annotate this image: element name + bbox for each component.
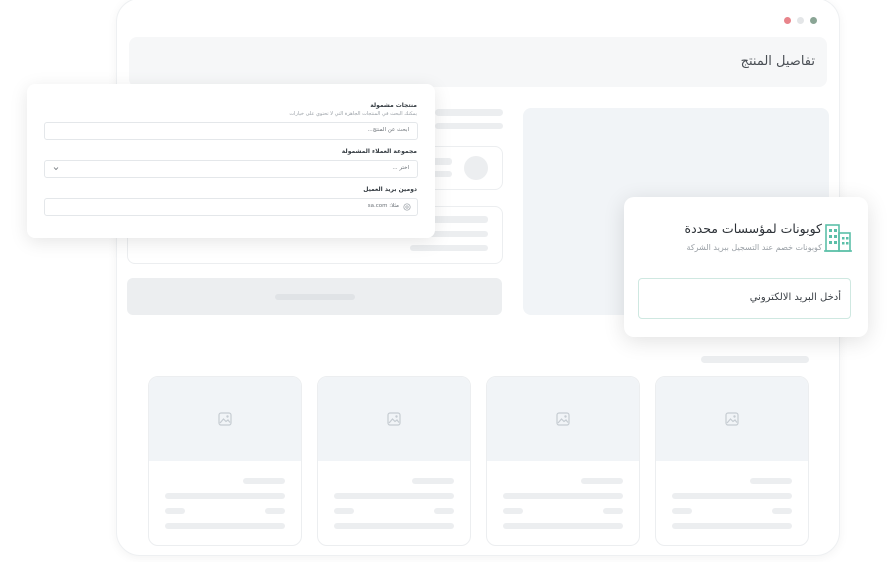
product-card[interactable] [317, 376, 471, 546]
email-input-placeholder: أدخل البريد الالكتروني [749, 292, 841, 303]
skeleton-line [435, 123, 503, 129]
image-icon [387, 412, 401, 426]
image-icon [218, 412, 232, 426]
product-card[interactable] [486, 376, 640, 546]
window-dot-gray[interactable] [797, 17, 804, 24]
image-placeholder [656, 377, 808, 461]
skeleton-button [127, 278, 502, 315]
window-dot-green[interactable] [810, 17, 817, 24]
image-placeholder [318, 377, 470, 461]
window-dot-red[interactable] [784, 17, 791, 24]
email-domain-label: دومين بريد العميل [363, 186, 417, 193]
product-search-input[interactable]: ابحث عن المنتج... [44, 122, 418, 140]
building-icon [824, 224, 852, 252]
customer-group-label: مجموعة العملاء المشمولة [341, 148, 417, 155]
product-card[interactable] [148, 376, 302, 546]
page-title: تفاصيل المنتج [740, 54, 815, 69]
coupon-subtitle: كوبونات خصم عند التسجيل ببريد الشركة [686, 243, 822, 252]
products-label: منتجات مشمولة [370, 102, 417, 109]
image-icon [556, 412, 570, 426]
coupon-conditions-form: منتجات مشمولة يمكنك البحث في المنتجات ال… [27, 84, 435, 238]
corporate-coupon-card: كوبونات لمؤسسات محددة كوبونات خصم عند ال… [624, 197, 868, 337]
coupon-title: كوبونات لمؤسسات محددة [684, 221, 822, 236]
page-header: تفاصيل المنتج [129, 37, 827, 87]
skeleton-line [435, 109, 503, 116]
products-hint: يمكنك البحث في المنتجات الجاهزة التي لا … [289, 111, 417, 117]
skeleton-section-title [701, 356, 809, 363]
product-card[interactable] [655, 376, 809, 546]
image-icon [725, 412, 739, 426]
email-domain-input[interactable]: مثلا: sa.com [44, 198, 418, 216]
chevron-down-icon [53, 167, 59, 171]
customer-group-value: اختر ... [392, 165, 409, 171]
customer-group-select[interactable]: اختر ... [44, 160, 418, 178]
email-input[interactable]: أدخل البريد الالكتروني [638, 278, 851, 319]
product-search-placeholder: ابحث عن المنتج... [367, 127, 409, 133]
window-dots [784, 17, 817, 24]
email-domain-value: مثلا: sa.com [367, 203, 399, 209]
image-placeholder [487, 377, 639, 461]
at-icon [403, 203, 411, 211]
image-placeholder [149, 377, 301, 461]
